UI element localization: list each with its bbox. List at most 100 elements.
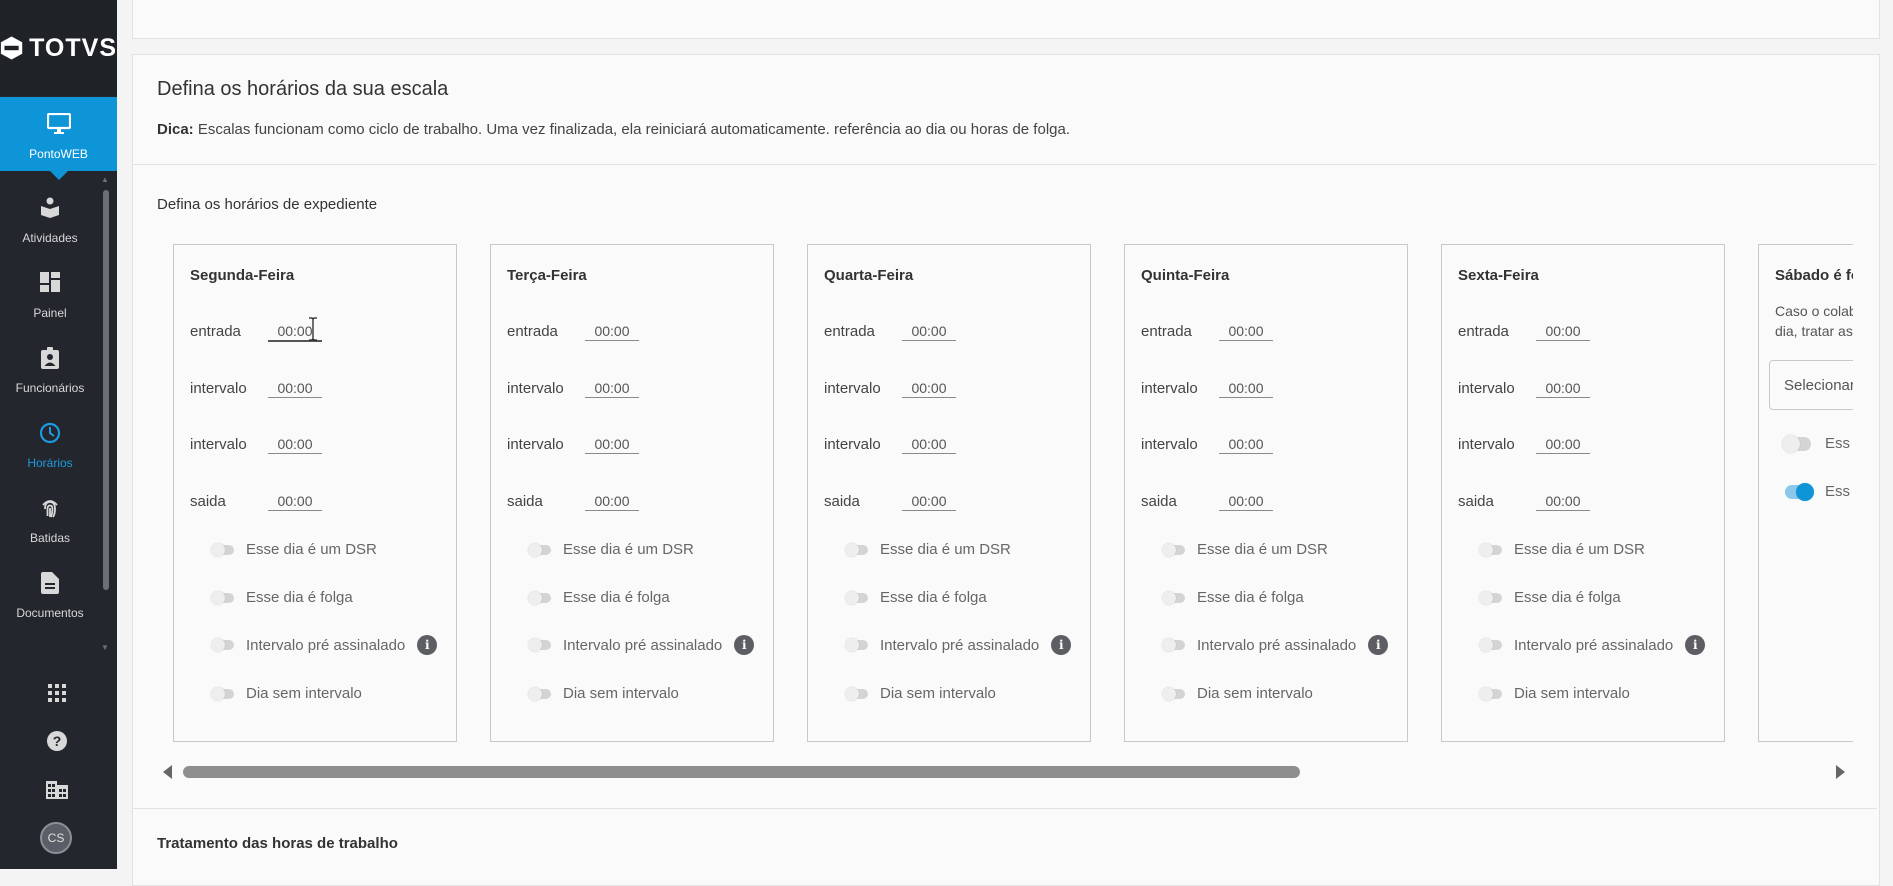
help-button[interactable]: ? bbox=[40, 724, 74, 758]
sem-intervalo-toggle-row[interactable]: Dia sem intervalo bbox=[1479, 685, 1630, 702]
totvs-logo[interactable]: TOTVS bbox=[0, 0, 117, 96]
sidebar-scroll-up[interactable]: ▲ bbox=[100, 176, 110, 184]
dsr-toggle-row[interactable]: Esse dia é um DSR bbox=[1479, 541, 1645, 558]
folga-toggle-row[interactable]: Esse dia é folga bbox=[211, 589, 353, 606]
folga-toggle[interactable] bbox=[211, 590, 234, 605]
dsr-toggle[interactable] bbox=[1162, 542, 1185, 557]
saturday-toggle-row[interactable]: Ess bbox=[1782, 434, 1850, 453]
folga-toggle-row[interactable]: Esse dia é folga bbox=[845, 589, 987, 606]
sem-intervalo-toggle-row[interactable]: Dia sem intervalo bbox=[845, 685, 996, 702]
section-title-tratamento: Tratamento das horas de trabalho bbox=[157, 835, 398, 852]
entrada-input[interactable]: 00:00 bbox=[1536, 323, 1590, 341]
folga-toggle[interactable] bbox=[1162, 590, 1185, 605]
sidebar-item-label: Horários bbox=[27, 456, 73, 470]
info-icon[interactable]: i bbox=[417, 635, 438, 655]
day-card-sexta: Sexta-Feira entrada 00:00 intervalo 00:00 … bbox=[1441, 244, 1725, 742]
company-button[interactable] bbox=[40, 772, 74, 806]
sem-intervalo-toggle[interactable] bbox=[528, 686, 551, 701]
info-icon[interactable]: i bbox=[1685, 635, 1706, 655]
folga-toggle[interactable] bbox=[1479, 590, 1502, 605]
avatar[interactable]: CS bbox=[40, 822, 72, 854]
folga-toggle-row[interactable]: Esse dia é folga bbox=[1162, 589, 1304, 606]
sem-intervalo-toggle-row[interactable]: Dia sem intervalo bbox=[211, 685, 362, 702]
entrada-row: entrada 00:00 bbox=[190, 323, 322, 342]
dsr-toggle-row[interactable]: Esse dia é um DSR bbox=[1162, 541, 1328, 558]
sem-intervalo-toggle[interactable] bbox=[211, 686, 234, 701]
dsr-toggle[interactable] bbox=[528, 542, 551, 557]
info-icon[interactable]: i bbox=[1051, 635, 1072, 655]
intervalo-input[interactable]: 00:00 bbox=[585, 436, 639, 454]
saida-input[interactable]: 00:00 bbox=[585, 493, 639, 511]
saturday-toggle[interactable] bbox=[1782, 434, 1811, 453]
sidebar-item-documentos[interactable]: Documentos bbox=[0, 558, 100, 632]
pre-assinalado-toggle-row[interactable]: Intervalo pré assinalado i bbox=[845, 635, 1072, 655]
sidebar-scrollbar[interactable] bbox=[103, 190, 109, 590]
intervalo-input[interactable]: 00:00 bbox=[585, 380, 639, 398]
sidebar-scroll-down[interactable]: ▼ bbox=[100, 644, 110, 652]
folga-toggle[interactable] bbox=[845, 590, 868, 605]
saida-input[interactable]: 00:00 bbox=[902, 493, 956, 511]
pre-assinalado-toggle[interactable] bbox=[1162, 638, 1185, 652]
entrada-label: entrada bbox=[190, 323, 241, 340]
intervalo-input[interactable]: 00:00 bbox=[1219, 380, 1273, 398]
folga-toggle-row[interactable]: Esse dia é folga bbox=[1479, 589, 1621, 606]
folga-toggle-row[interactable]: Esse dia é folga bbox=[528, 589, 670, 606]
info-icon[interactable]: i bbox=[734, 635, 755, 655]
saida-input[interactable]: 00:00 bbox=[268, 493, 322, 511]
pre-assinalado-label: Intervalo pré assinalado bbox=[246, 636, 406, 654]
dsr-toggle[interactable] bbox=[845, 542, 868, 557]
intervalo-input[interactable]: 00:00 bbox=[1219, 436, 1273, 454]
apps-grid-button[interactable] bbox=[40, 676, 74, 710]
sem-intervalo-toggle-row[interactable]: Dia sem intervalo bbox=[528, 685, 679, 702]
dsr-toggle[interactable] bbox=[1479, 542, 1502, 557]
pre-assinalado-toggle[interactable] bbox=[1479, 638, 1502, 652]
dsr-toggle-row[interactable]: Esse dia é um DSR bbox=[528, 541, 694, 558]
pre-assinalado-toggle-row[interactable]: Intervalo pré assinalado i bbox=[1479, 635, 1706, 655]
pre-assinalado-toggle-row[interactable]: Intervalo pré assinalado i bbox=[1162, 635, 1389, 655]
intervalo-input[interactable]: 00:00 bbox=[1536, 380, 1590, 398]
saida-row: saida 00:00 bbox=[1458, 493, 1590, 511]
pre-assinalado-toggle[interactable] bbox=[528, 638, 551, 652]
saida-input[interactable]: 00:00 bbox=[1219, 493, 1273, 511]
pre-assinalado-toggle-row[interactable]: Intervalo pré assinalado i bbox=[211, 635, 438, 655]
saida-input[interactable]: 00:00 bbox=[1536, 493, 1590, 511]
sidebar-item-batidas[interactable]: Batidas bbox=[0, 483, 100, 557]
days-scroller[interactable]: Segunda-Feira entrada 00:00 intervalo 00:0… bbox=[157, 240, 1853, 750]
entrada-input[interactable]: 00:00 bbox=[1219, 323, 1273, 341]
intervalo-input[interactable]: 00:00 bbox=[268, 436, 322, 454]
dsr-toggle-row[interactable]: Esse dia é um DSR bbox=[211, 541, 377, 558]
scroll-left-arrow[interactable] bbox=[163, 765, 172, 779]
document-icon bbox=[41, 572, 59, 594]
sidebar-item-pontoweb[interactable]: PontoWEB bbox=[0, 97, 117, 180]
dsr-toggle-row[interactable]: Esse dia é um DSR bbox=[845, 541, 1011, 558]
sem-intervalo-toggle[interactable] bbox=[1479, 686, 1502, 701]
scroll-right-arrow[interactable] bbox=[1836, 765, 1845, 779]
sidebar-item-horarios[interactable]: Horários bbox=[0, 408, 100, 482]
day-title: Quinta-Feira bbox=[1141, 267, 1230, 284]
intervalo-input[interactable]: 00:00 bbox=[268, 380, 322, 398]
sem-intervalo-toggle-row[interactable]: Dia sem intervalo bbox=[1162, 685, 1313, 702]
sem-intervalo-toggle[interactable] bbox=[845, 686, 868, 701]
entrada-label: entrada bbox=[824, 323, 875, 340]
pre-assinalado-toggle-row[interactable]: Intervalo pré assinalado i bbox=[528, 635, 755, 655]
saturday-toggle-row[interactable]: Ess bbox=[1785, 482, 1850, 501]
sidebar-item-funcionarios[interactable]: Funcionários bbox=[0, 333, 100, 407]
entrada-input[interactable]: 00:00 bbox=[902, 323, 956, 341]
sidebar-item-atividades[interactable]: Atividades bbox=[0, 183, 100, 257]
sidebar-item-painel[interactable]: Painel bbox=[0, 258, 100, 332]
apps-grid-icon bbox=[48, 684, 66, 702]
pre-assinalado-toggle[interactable] bbox=[845, 638, 868, 652]
text-cursor-icon bbox=[309, 317, 317, 341]
pre-assinalado-toggle[interactable] bbox=[211, 638, 234, 652]
intervalo-input[interactable]: 00:00 bbox=[902, 436, 956, 454]
sem-intervalo-toggle[interactable] bbox=[1162, 686, 1185, 701]
intervalo-input[interactable]: 00:00 bbox=[1536, 436, 1590, 454]
folga-toggle[interactable] bbox=[528, 590, 551, 605]
saturday-select[interactable]: Selecionar bbox=[1769, 360, 1853, 410]
dsr-toggle[interactable] bbox=[211, 542, 234, 557]
info-icon[interactable]: i bbox=[1368, 635, 1389, 655]
horizontal-scrollbar-thumb[interactable] bbox=[183, 766, 1300, 778]
saturday-toggle-on[interactable] bbox=[1785, 482, 1814, 501]
intervalo-input[interactable]: 00:00 bbox=[902, 380, 956, 398]
entrada-input[interactable]: 00:00 bbox=[585, 323, 639, 341]
